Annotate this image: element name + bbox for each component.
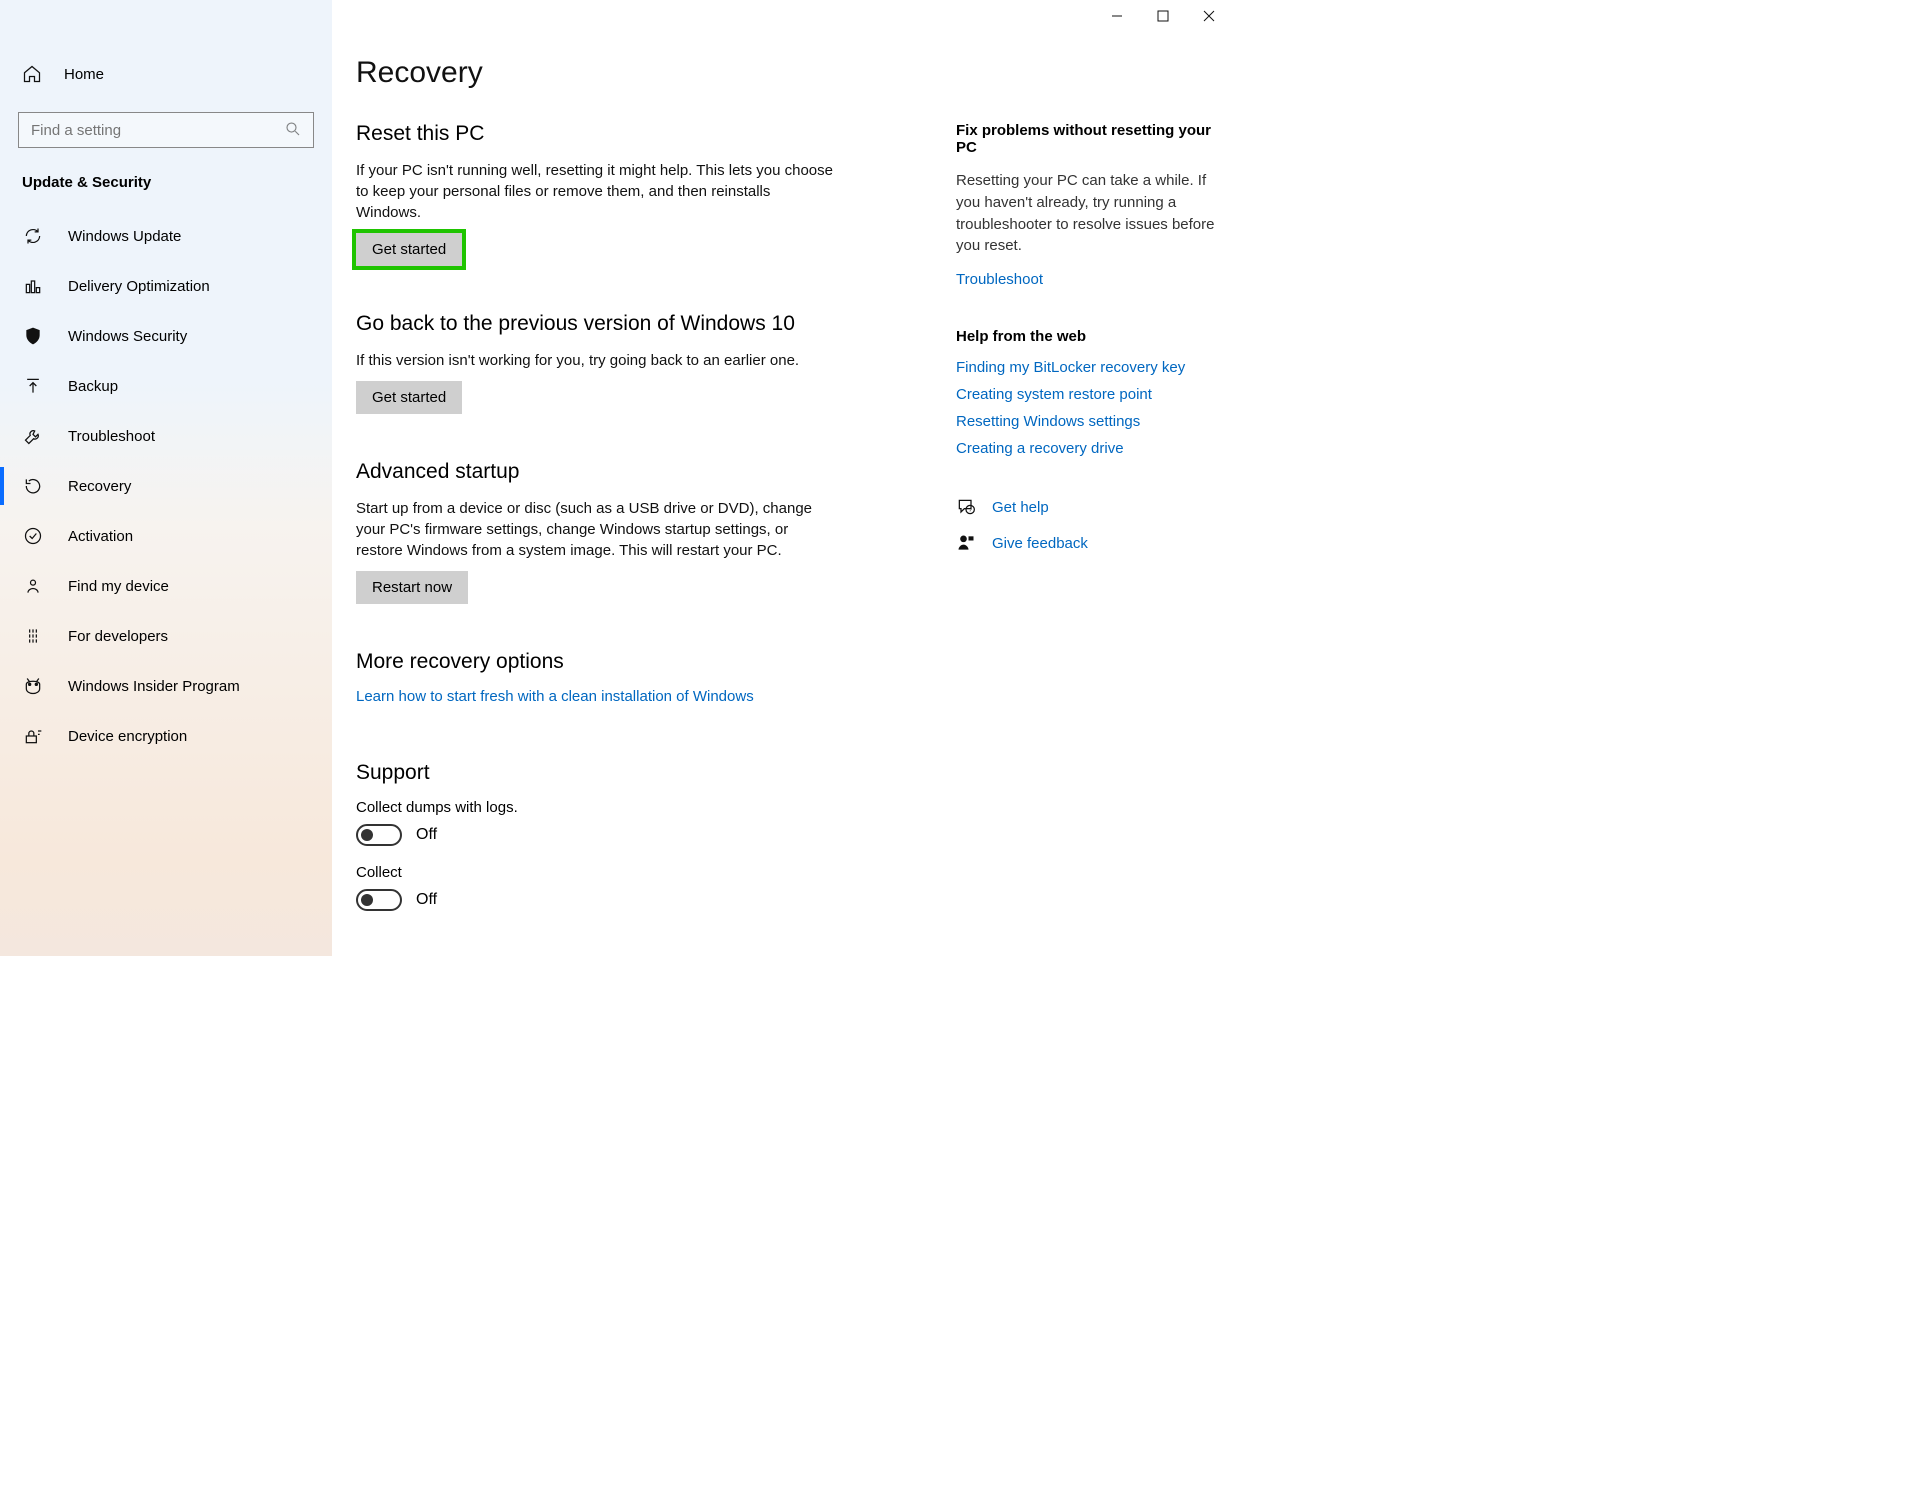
get-help-link[interactable]: Get help xyxy=(992,499,1049,516)
sidebar-item-label: Windows Security xyxy=(68,328,187,345)
section-reset-this-pc: Reset this PC If your PC isn't running w… xyxy=(356,122,836,266)
backup-icon xyxy=(22,375,44,397)
sidebar-item-label: Windows Update xyxy=(68,228,181,245)
home-nav[interactable]: Home xyxy=(0,50,332,98)
sidebar-item-label: Device encryption xyxy=(68,728,187,745)
aside-column: Fix problems without resetting your PC R… xyxy=(956,122,1216,956)
section-desc: If your PC isn't running well, resetting… xyxy=(356,160,836,223)
sidebar-item-find-my-device[interactable]: Find my device xyxy=(0,561,332,611)
help-link-reset-settings[interactable]: Resetting Windows settings xyxy=(956,413,1140,430)
sidebar-item-label: Backup xyxy=(68,378,118,395)
sidebar-item-troubleshoot[interactable]: Troubleshoot xyxy=(0,411,332,461)
sidebar-item-label: Delivery Optimization xyxy=(68,278,210,295)
collect-dumps-toggle[interactable] xyxy=(356,824,402,846)
section-go-back: Go back to the previous version of Windo… xyxy=(356,312,836,414)
section-title: More recovery options xyxy=(356,650,836,674)
aside-desc: Resetting your PC can take a while. If y… xyxy=(956,170,1216,257)
sidebar-item-label: Troubleshoot xyxy=(68,428,155,445)
section-title: Advanced startup xyxy=(356,460,836,484)
category-title: Update & Security xyxy=(0,158,332,197)
sidebar-nav: Windows Update Delivery Optimization Win… xyxy=(0,211,332,761)
help-link-bitlocker[interactable]: Finding my BitLocker recovery key xyxy=(956,359,1185,376)
aside-title: Fix problems without resetting your PC xyxy=(956,122,1216,156)
sidebar: Home Update & Security Windows Update De… xyxy=(0,0,332,956)
home-icon xyxy=(22,64,42,84)
insider-icon xyxy=(22,675,44,697)
page-title: Recovery xyxy=(356,56,1232,90)
sidebar-item-backup[interactable]: Backup xyxy=(0,361,332,411)
aside-help-actions: ? Get help Give feedback xyxy=(956,497,1216,553)
section-title: Support xyxy=(356,761,836,785)
help-link-recovery-drive[interactable]: Creating a recovery drive xyxy=(956,440,1124,457)
toggle-state: Off xyxy=(416,891,437,909)
sidebar-item-label: Recovery xyxy=(68,478,131,495)
sidebar-item-windows-update[interactable]: Windows Update xyxy=(0,211,332,261)
shield-icon xyxy=(22,325,44,347)
sidebar-item-windows-security[interactable]: Windows Security xyxy=(0,311,332,361)
sidebar-item-label: Activation xyxy=(68,528,133,545)
aside-fix-problems: Fix problems without resetting your PC R… xyxy=(956,122,1216,298)
troubleshoot-link[interactable]: Troubleshoot xyxy=(956,271,1043,288)
sync-icon xyxy=(22,225,44,247)
sidebar-item-device-encryption[interactable]: Device encryption xyxy=(0,711,332,761)
aside-help-web: Help from the web Finding my BitLocker r… xyxy=(956,328,1216,467)
section-desc: Start up from a device or disc (such as … xyxy=(356,498,836,561)
encryption-icon xyxy=(22,725,44,747)
goback-get-started-button[interactable]: Get started xyxy=(356,381,462,414)
search-wrap xyxy=(18,112,314,148)
sidebar-item-recovery[interactable]: Recovery xyxy=(0,461,332,511)
main-content: Recovery Reset this PC If your PC isn't … xyxy=(332,0,1232,956)
delivery-icon xyxy=(22,275,44,297)
recovery-icon xyxy=(22,475,44,497)
home-label: Home xyxy=(64,66,104,83)
section-advanced-startup: Advanced startup Start up from a device … xyxy=(356,460,836,604)
section-title: Reset this PC xyxy=(356,122,836,146)
content-column: Reset this PC If your PC isn't running w… xyxy=(356,122,836,956)
toggle-label: Collect dumps with logs. xyxy=(356,799,836,816)
sidebar-item-label: Windows Insider Program xyxy=(68,678,240,695)
help-link-restore-point[interactable]: Creating system restore point xyxy=(956,386,1152,403)
sidebar-item-delivery-optimization[interactable]: Delivery Optimization xyxy=(0,261,332,311)
developer-icon xyxy=(22,625,44,647)
check-circle-icon xyxy=(22,525,44,547)
search-input[interactable] xyxy=(18,112,314,148)
search-icon xyxy=(284,120,302,138)
toggle-state: Off xyxy=(416,826,437,844)
sidebar-item-label: For developers xyxy=(68,628,168,645)
restart-now-button[interactable]: Restart now xyxy=(356,571,468,604)
get-help-icon: ? xyxy=(956,497,976,517)
sidebar-item-activation[interactable]: Activation xyxy=(0,511,332,561)
wrench-icon xyxy=(22,425,44,447)
aside-title: Help from the web xyxy=(956,328,1216,345)
start-fresh-link[interactable]: Learn how to start fresh with a clean in… xyxy=(356,688,754,705)
sidebar-item-for-developers[interactable]: For developers xyxy=(0,611,332,661)
sidebar-item-windows-insider[interactable]: Windows Insider Program xyxy=(0,661,332,711)
give-feedback-link[interactable]: Give feedback xyxy=(992,535,1088,552)
feedback-icon xyxy=(956,533,976,553)
section-desc: If this version isn't working for you, t… xyxy=(356,350,836,371)
section-title: Go back to the previous version of Windo… xyxy=(356,312,836,336)
collect-toggle[interactable] xyxy=(356,889,402,911)
sidebar-item-label: Find my device xyxy=(68,578,169,595)
find-device-icon xyxy=(22,575,44,597)
section-more-recovery: More recovery options Learn how to start… xyxy=(356,650,836,715)
section-support: Support Collect dumps with logs. Off Col… xyxy=(356,761,836,911)
toggle-label: Collect xyxy=(356,864,836,881)
reset-get-started-button[interactable]: Get started xyxy=(356,233,462,266)
